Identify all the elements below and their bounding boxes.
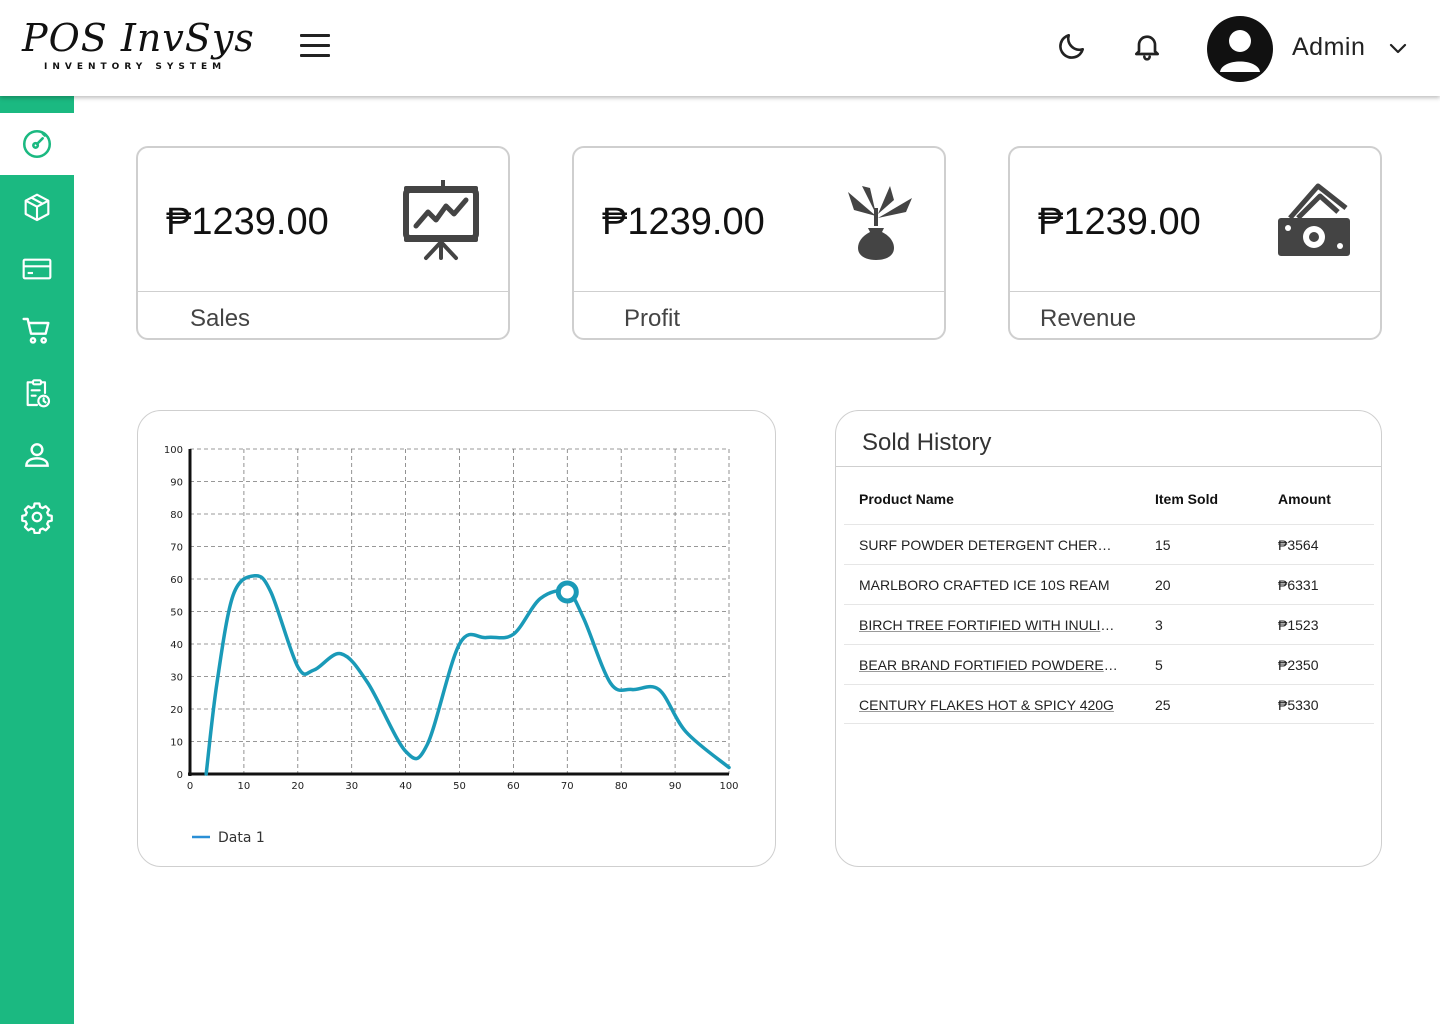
- x-tick-label: 90: [669, 781, 682, 792]
- x-tick-label: 60: [507, 781, 520, 792]
- sidebar-item-reports[interactable]: [0, 362, 74, 424]
- dashboard-gauge-icon: [22, 129, 52, 159]
- column-header-amount[interactable]: Amount: [1278, 491, 1331, 507]
- sidebar-item-settings[interactable]: [0, 486, 74, 548]
- table-row[interactable]: SURF POWDER DETERGENT CHERRY... 15 ₱3564: [844, 524, 1374, 564]
- panel-title: Sold History: [862, 429, 992, 456]
- card-divider: [138, 291, 508, 292]
- x-tick-label: 80: [615, 781, 628, 792]
- x-tick-label: 0: [187, 781, 193, 792]
- item-sold-cell: 15: [1155, 537, 1171, 553]
- card-divider: [1010, 291, 1380, 292]
- column-header-item-sold[interactable]: Item Sold: [1155, 491, 1218, 507]
- sidebar-item-users[interactable]: [0, 424, 74, 486]
- table-row[interactable]: BEAR BRAND FORTIFIED POWDERED... 5 ₱2350: [844, 644, 1374, 684]
- y-tick-label: 50: [170, 608, 183, 619]
- y-tick-label: 0: [177, 770, 183, 781]
- stat-amount: ₱1239.00: [602, 201, 765, 243]
- product-name-cell: SURF POWDER DETERGENT CHERRY...: [859, 537, 1121, 553]
- x-tick-label: 20: [291, 781, 304, 792]
- sidebar-item-payments[interactable]: [0, 238, 74, 300]
- x-tick-label: 30: [345, 781, 358, 792]
- stat-amount: ₱1239.00: [1038, 201, 1201, 243]
- item-sold-cell: 25: [1155, 697, 1171, 713]
- highlight-point: [555, 580, 579, 604]
- stat-amount: ₱1239.00: [166, 201, 329, 243]
- line-chart: 0 10 20 30 40 50 60 70 80 90 100100908070605040302…: [164, 445, 739, 846]
- cart-icon: [22, 317, 50, 344]
- amount-cell: ₱6331: [1278, 577, 1319, 593]
- y-tick-label: 40: [170, 640, 183, 651]
- series-line: [204, 573, 731, 776]
- cash-icon: [1272, 178, 1362, 268]
- table-row[interactable]: CENTURY FLAKES HOT & SPICY 420G 25 ₱5330: [844, 684, 1374, 724]
- stat-label: Revenue: [1040, 305, 1137, 332]
- y-tick-label: 20: [170, 705, 183, 716]
- sales-chart-panel: 0 10 20 30 40 50 60 70 80 90 100 100 90 80 70 60 50 40 30 2…: [137, 410, 776, 867]
- sidebar: [0, 96, 74, 1024]
- stat-label: Sales: [190, 305, 251, 332]
- stat-card-profit[interactable]: ₱1239.00 Profit: [572, 146, 946, 340]
- item-sold-cell: 20: [1155, 577, 1171, 593]
- y-tick-label: 30: [170, 673, 183, 684]
- clipboard-clock-icon: [26, 379, 51, 408]
- top-header: POS InvSys INVENTORY SYSTEM Admin: [0, 0, 1440, 96]
- logo-subtitle: INVENTORY SYSTEM: [44, 62, 227, 72]
- stat-label: Profit: [624, 305, 681, 332]
- y-tick-label: 60: [170, 575, 183, 586]
- sold-history-panel: Sold History Product Name Item Sold Amou…: [835, 410, 1382, 867]
- moon-icon[interactable]: [1056, 30, 1088, 62]
- legend-label: Data 1: [218, 830, 265, 846]
- user-avatar-icon[interactable]: [1207, 16, 1273, 82]
- stat-card-revenue[interactable]: ₱1239.00 Revenue: [1008, 146, 1382, 340]
- x-tick-label: 100: [719, 781, 738, 792]
- table-row[interactable]: MARLBORO CRAFTED ICE 10S REAM 20 ₱6331: [844, 564, 1374, 604]
- amount-cell: ₱1523: [1278, 617, 1319, 633]
- table-row[interactable]: BIRCH TREE FORTIFIED WITH INULIN... 3 ₱152…: [844, 604, 1374, 644]
- sidebar-item-products[interactable]: [0, 177, 74, 239]
- user-icon: [25, 443, 49, 467]
- item-sold-cell: 5: [1155, 657, 1163, 673]
- bell-icon[interactable]: [1131, 30, 1163, 62]
- item-sold-cell: 3: [1155, 617, 1163, 633]
- money-plant-icon: [832, 178, 922, 268]
- column-header-product[interactable]: Product Name: [859, 491, 954, 507]
- amount-cell: ₱5330: [1278, 697, 1319, 713]
- y-tick-label: 80: [170, 510, 183, 521]
- user-name[interactable]: Admin: [1292, 32, 1365, 62]
- presentation-chart-icon: [396, 178, 486, 268]
- product-name-cell[interactable]: BEAR BRAND FORTIFIED POWDERED...: [859, 657, 1121, 673]
- amount-cell: ₱2350: [1278, 657, 1319, 673]
- amount-cell: ₱3564: [1278, 537, 1319, 553]
- sidebar-item-dashboard[interactable]: [0, 113, 74, 175]
- panel-divider: [836, 466, 1381, 467]
- x-tick-label: 10: [238, 781, 251, 792]
- x-tick-label: 70: [561, 781, 574, 792]
- box-icon: [24, 193, 50, 222]
- product-name-cell[interactable]: BIRCH TREE FORTIFIED WITH INULIN...: [859, 617, 1121, 633]
- x-tick-label: 50: [453, 781, 466, 792]
- sidebar-item-cart[interactable]: [0, 300, 74, 362]
- y-tick-label: 70: [170, 543, 183, 554]
- stat-card-sales[interactable]: ₱1239.00 Sales: [136, 146, 510, 340]
- y-tick-label: 100: [164, 445, 183, 456]
- gear-icon: [21, 502, 53, 534]
- y-tick-label: 90: [170, 478, 183, 489]
- product-name-cell[interactable]: CENTURY FLAKES HOT & SPICY 420G: [859, 697, 1121, 713]
- menu-icon[interactable]: [300, 34, 332, 60]
- credit-card-icon: [22, 258, 52, 280]
- card-divider: [574, 291, 944, 292]
- logo-title: POS InvSys: [22, 16, 255, 60]
- chevron-down-icon[interactable]: [1386, 36, 1410, 60]
- y-tick-label: 10: [170, 738, 183, 749]
- app-logo[interactable]: POS InvSys INVENTORY SYSTEM: [22, 16, 255, 76]
- x-tick-label: 40: [399, 781, 412, 792]
- product-name-cell: MARLBORO CRAFTED ICE 10S REAM: [859, 577, 1110, 593]
